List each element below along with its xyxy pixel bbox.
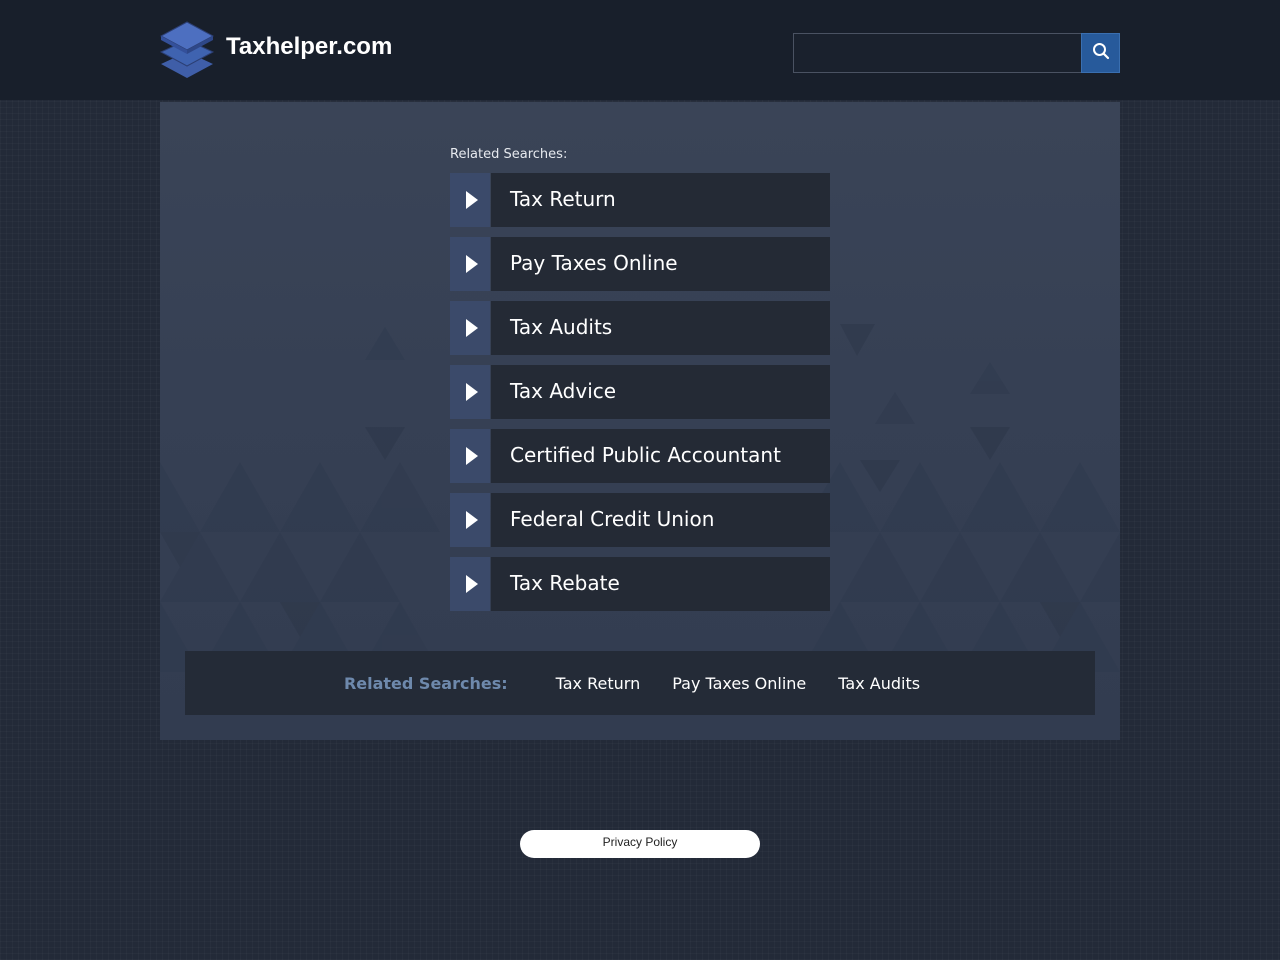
footer-related-bar: Related Searches: Tax Return Pay Taxes O…	[185, 651, 1095, 715]
main-panel: Related Searches: Tax Return Pay Taxes O…	[160, 102, 1120, 740]
related-link-federal-credit-union[interactable]: Federal Credit Union	[450, 493, 830, 547]
play-arrow-icon	[450, 429, 490, 483]
footer-link-pay-taxes-online[interactable]: Pay Taxes Online	[672, 674, 806, 693]
play-arrow-icon	[450, 301, 490, 355]
related-link-label: Tax Audits	[491, 301, 830, 355]
related-link-label: Tax Return	[491, 173, 830, 227]
related-link-label: Tax Rebate	[491, 557, 830, 611]
search-input[interactable]	[793, 33, 1081, 73]
site-name: Taxhelper.com	[226, 33, 393, 60]
related-links-list: Tax Return Pay Taxes Online Tax Audits T…	[450, 173, 830, 621]
play-arrow-icon	[450, 237, 490, 291]
play-arrow-icon	[450, 557, 490, 611]
play-arrow-icon	[450, 493, 490, 547]
search-icon	[1092, 42, 1110, 64]
related-link-tax-audits[interactable]: Tax Audits	[450, 301, 830, 355]
related-link-label: Pay Taxes Online	[491, 237, 830, 291]
related-link-tax-rebate[interactable]: Tax Rebate	[450, 557, 830, 611]
search-button[interactable]	[1081, 33, 1120, 73]
site-logo[interactable]: Taxhelper.com	[160, 20, 392, 80]
privacy-policy-link[interactable]: Privacy Policy	[520, 830, 760, 858]
related-link-certified-public-accountant[interactable]: Certified Public Accountant	[450, 429, 830, 483]
related-link-tax-advice[interactable]: Tax Advice	[450, 365, 830, 419]
related-link-label: Tax Advice	[491, 365, 830, 419]
play-arrow-icon	[450, 173, 490, 227]
footer-link-tax-audits[interactable]: Tax Audits	[838, 674, 920, 693]
related-link-pay-taxes-online[interactable]: Pay Taxes Online	[450, 237, 830, 291]
footer-link-tax-return[interactable]: Tax Return	[556, 674, 641, 693]
play-arrow-icon	[450, 365, 490, 419]
related-link-label: Certified Public Accountant	[491, 429, 830, 483]
related-searches-label: Related Searches:	[450, 147, 568, 162]
layers-icon	[160, 20, 214, 80]
related-link-tax-return[interactable]: Tax Return	[450, 173, 830, 227]
related-link-label: Federal Credit Union	[491, 493, 830, 547]
footer-related-label: Related Searches:	[343, 673, 508, 693]
site-header: Taxhelper.com	[0, 0, 1280, 100]
